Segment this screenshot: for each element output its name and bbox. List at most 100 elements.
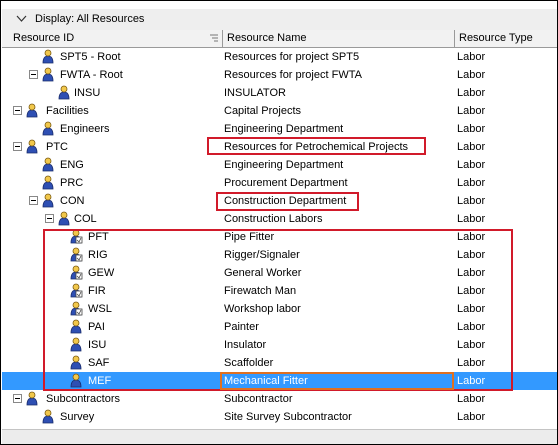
resource-type-cell[interactable]: Labor [457, 102, 485, 120]
resource-id-cell[interactable]: PAI [2, 318, 222, 336]
column-header-resource-name[interactable]: Resource Name [223, 30, 455, 47]
resource-name-cell[interactable]: Firewatch Man [224, 282, 296, 300]
table-row[interactable]: CON Construction Department Labor [2, 192, 557, 210]
table-row[interactable]: FIR Firewatch Man Labor [2, 282, 557, 300]
resource-type-cell[interactable]: Labor [457, 48, 485, 66]
horizontal-scrollbar[interactable] [2, 429, 557, 444]
resource-id-text: COL [74, 213, 97, 225]
resource-type-cell[interactable]: Labor [457, 336, 485, 354]
resource-type-cell[interactable]: Labor [457, 156, 485, 174]
resource-id-cell[interactable]: SAF [2, 354, 222, 372]
resource-type-cell[interactable]: Labor [457, 264, 485, 282]
resource-id-cell[interactable]: ISU [2, 336, 222, 354]
resource-type-cell[interactable]: Labor [457, 246, 485, 264]
resource-type-cell[interactable]: Labor [457, 318, 485, 336]
column-header-resource-id[interactable]: Resource ID [9, 30, 223, 47]
resource-id-cell[interactable]: Facilities [2, 102, 222, 120]
resource-name-cell[interactable]: Mechanical Fitter [224, 372, 308, 390]
resource-name-cell[interactable]: Pipe Fitter [224, 228, 274, 246]
resource-id-cell[interactable]: WSL [2, 300, 222, 318]
resource-id-cell[interactable]: PTC [2, 138, 222, 156]
resource-type-cell[interactable]: Labor [457, 282, 485, 300]
resource-name-cell[interactable]: Workshop labor [224, 300, 301, 318]
resource-type-cell[interactable]: Labor [457, 192, 485, 210]
resource-type-cell[interactable]: Labor [457, 228, 485, 246]
resource-name-cell[interactable]: General Worker [224, 264, 301, 282]
table-row[interactable]: FWTA - Root Resources for project FWTA Lab… [2, 66, 557, 84]
table-row[interactable]: WSL Workshop labor Labor [2, 300, 557, 318]
resource-type-cell[interactable]: Labor [457, 390, 485, 408]
table-row[interactable]: RIG Rigger/Signaler Labor [2, 246, 557, 264]
collapse-toggle-icon[interactable] [13, 106, 22, 115]
collapse-toggle-icon[interactable] [45, 214, 54, 223]
column-header-resource-type[interactable]: Resource Type [455, 30, 557, 47]
resource-id-cell[interactable]: FWTA - Root [2, 66, 222, 84]
table-row[interactable]: Engineers Engineering Department Labor [2, 120, 557, 138]
resource-type-cell[interactable]: Labor [457, 372, 485, 390]
resource-name-cell[interactable]: Engineering Department [224, 120, 343, 138]
table-row[interactable]: COL Construction Labors Labor [2, 210, 557, 228]
chevron-down-icon[interactable] [16, 13, 27, 24]
table-row[interactable]: Subcontractors Subcontractor Labor [2, 390, 557, 408]
collapse-toggle-icon[interactable] [29, 70, 38, 79]
resource-id-cell[interactable]: RIG [2, 246, 222, 264]
resource-id-cell[interactable]: COL [2, 210, 222, 228]
resource-id-cell[interactable]: PFT [2, 228, 222, 246]
table-row[interactable]: PTC Resources for Petrochemical Projects L… [2, 138, 557, 156]
table-row[interactable]: PAI Painter Labor [2, 318, 557, 336]
resource-name-cell[interactable]: Subcontractor [224, 390, 292, 408]
collapse-toggle-icon[interactable] [29, 196, 38, 205]
resource-name-cell[interactable]: Painter [224, 318, 259, 336]
resource-name-cell[interactable]: Procurement Department [224, 174, 348, 192]
table-row[interactable]: Facilities Capital Projects Labor [2, 102, 557, 120]
resource-type-cell[interactable]: Labor [457, 66, 485, 84]
column-header-label: Resource Type [459, 32, 533, 44]
resource-id-cell[interactable]: MEF [2, 372, 222, 390]
resource-id-cell[interactable]: SPT5 - Root [2, 48, 222, 66]
resource-name-cell[interactable]: Construction Department [224, 192, 346, 210]
resource-type-cell[interactable]: Labor [457, 174, 485, 192]
resource-id-cell[interactable]: ENG [2, 156, 222, 174]
resource-name-cell[interactable]: Insulator [224, 336, 266, 354]
resource-id-cell[interactable]: Subcontractors [2, 390, 222, 408]
resource-name-cell[interactable]: Resources for Petrochemical Projects [224, 138, 408, 156]
resource-id-cell[interactable]: GEW [2, 264, 222, 282]
table-row[interactable]: SPT5 - Root Resources for project SPT5 Lab… [2, 48, 557, 66]
resource-type-cell[interactable]: Labor [457, 210, 485, 228]
resource-id-cell[interactable]: FIR [2, 282, 222, 300]
resource-name-cell[interactable]: Resources for project FWTA [224, 66, 362, 84]
resource-name-cell[interactable]: INSULATOR [224, 84, 286, 102]
resource-id-cell[interactable]: Survey [2, 408, 222, 426]
collapse-toggle-icon[interactable] [13, 394, 22, 403]
resource-name-cell[interactable]: Construction Labors [224, 210, 322, 228]
resource-name-cell[interactable]: Capital Projects [224, 102, 301, 120]
resource-type-cell[interactable]: Labor [457, 354, 485, 372]
resource-type-cell[interactable]: Labor [457, 84, 485, 102]
resource-id-cell[interactable]: Engineers [2, 120, 222, 138]
resource-id-cell[interactable]: PRC [2, 174, 222, 192]
resource-name-cell[interactable]: Engineering Department [224, 156, 343, 174]
resource-type-cell[interactable]: Labor [457, 408, 485, 426]
table-row[interactable]: Survey Site Survey Subcontractor Labor [2, 408, 557, 426]
resource-name-cell[interactable]: Resources for project SPT5 [224, 48, 359, 66]
table-row[interactable]: ISU Insulator Labor [2, 336, 557, 354]
table-row[interactable]: GEW General Worker Labor [2, 264, 557, 282]
table-row[interactable]: PRC Procurement Department Labor [2, 174, 557, 192]
resource-id-cell[interactable]: CON [2, 192, 222, 210]
collapse-toggle-icon[interactable] [13, 142, 22, 151]
resource-name-cell[interactable]: Site Survey Subcontractor [224, 408, 352, 426]
resource-type-cell[interactable]: Labor [457, 300, 485, 318]
table-row[interactable]: PFT Pipe Fitter Labor [2, 228, 557, 246]
resource-type-cell[interactable]: Labor [457, 138, 485, 156]
table-row[interactable]: MEF Mechanical Fitter Labor [2, 372, 557, 390]
table-row[interactable]: SAF Scaffolder Labor [2, 354, 557, 372]
group-by-bar[interactable]: Display: All Resources [2, 9, 557, 31]
resource-type-cell[interactable]: Labor [457, 120, 485, 138]
resource-name-cell[interactable]: Scaffolder [224, 354, 273, 372]
table-row[interactable]: INSU INSULATOR Labor [2, 84, 557, 102]
resource-name-cell[interactable]: Rigger/Signaler [224, 246, 300, 264]
table-row[interactable]: ENG Engineering Department Labor [2, 156, 557, 174]
resource-table-window: Display: All Resources Resource ID Resou… [0, 0, 558, 445]
sort-icon[interactable] [210, 34, 218, 42]
resource-id-cell[interactable]: INSU [2, 84, 222, 102]
